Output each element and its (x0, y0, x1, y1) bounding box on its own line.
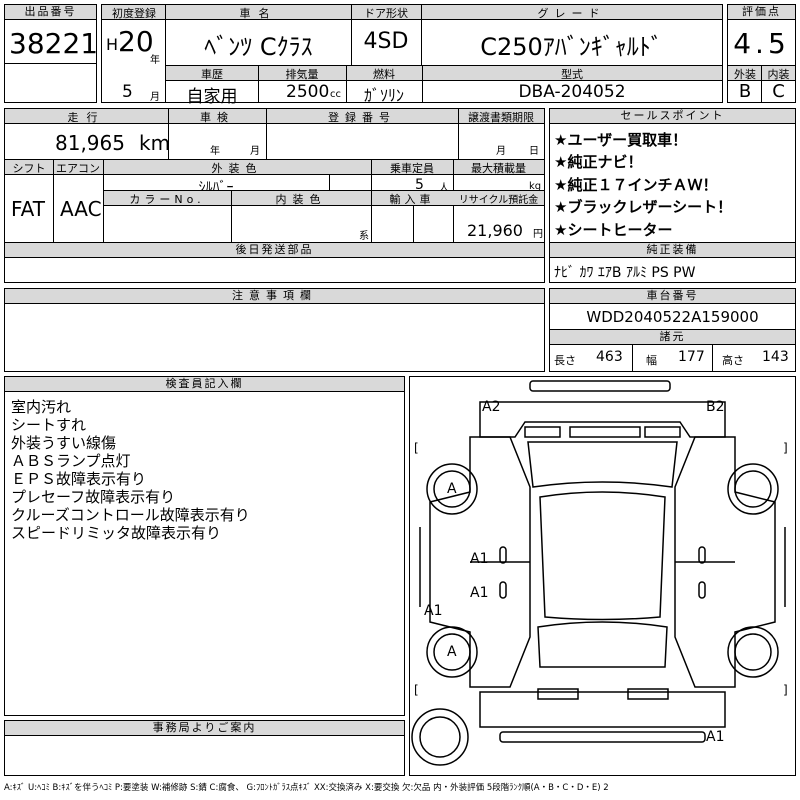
ac-value: AAC (60, 197, 102, 221)
ext-score: B (738, 81, 752, 102)
history-value: 自家用 (186, 87, 238, 107)
recycle-value: 21,960 (467, 221, 523, 240)
inspection-month-unit: 月 (250, 146, 260, 157)
car-name: ﾍﾞﾝﾂ Cｸﾗｽ (204, 33, 313, 61)
bracket: [ (414, 441, 419, 455)
mileage-label: 走行 (67, 111, 106, 124)
notes-label: 注意事項欄 (5, 289, 544, 304)
inspector-label: 検査員記入欄 (5, 377, 404, 392)
model-value: DBA-204052 (518, 82, 626, 102)
first-reg-month: 5 (122, 82, 133, 102)
import-label: 輸入車 (389, 193, 435, 206)
dims-label: 諸元 (550, 330, 795, 345)
transfer-day-unit: 日 (529, 146, 539, 157)
lot-number: 38221 (9, 27, 99, 60)
length-label: 長さ (554, 354, 576, 367)
score-label: 評価点 (728, 5, 795, 20)
office-box: 事務局よりご案内 (4, 720, 405, 776)
ac-label: エアコン (56, 162, 100, 175)
bracket: ] (783, 683, 788, 697)
inspection-year-unit: 年 (210, 146, 220, 157)
inspector-box: 検査員記入欄 室内汚れ シートすれ 外装うすい線傷 ＡＢＳランプ点灯 ＥＰＳ故障… (4, 376, 405, 716)
width-value: 177 (678, 349, 705, 365)
fuel-label: 燃料 (373, 68, 395, 81)
door-label: ドア形状 (364, 7, 408, 20)
recycle-label: リサイクル預託金 (458, 195, 539, 206)
color-no-label: カラーNo. (129, 193, 205, 206)
int-score: C (772, 81, 785, 102)
lot-box: 出品番号 38221 (4, 4, 99, 103)
equipment-value: ﾅﾋﾞ ｶﾜ ｴｱB ｱﾙﾐ PS PW (554, 265, 696, 281)
transfer-label: 譲渡書類期限 (468, 111, 534, 124)
length-value: 463 (596, 349, 623, 365)
legend: A:ｷｽﾞ U:ﾍｺﾐ B:ｷｽﾞを伴うﾍｺﾐ P:要塗装 W:補修跡 S:錆 … (4, 783, 609, 793)
inspection-label: 車検 (200, 111, 234, 124)
grade-value: C250ｱﾊﾞﾝｷﾞｬﾙﾄﾞ (480, 33, 663, 61)
mileage-unit: km (139, 131, 171, 155)
displacement-label: 排気量 (285, 68, 319, 81)
chassis-label: 車台番号 (550, 289, 795, 304)
history-label: 車歴 (201, 68, 223, 81)
damage-mark: A2 (482, 399, 501, 415)
capacity-label: 乗車定員 (390, 162, 434, 175)
int-color-label: 内装色 (275, 193, 327, 206)
door-type: 4SD (363, 29, 409, 54)
displacement-value: 2500 (286, 82, 330, 102)
score-value: 4.5 (733, 27, 790, 60)
car-outline (411, 380, 786, 766)
chassis-box: 車台番号 WDD2040522A159000 諸元 長さ 463 幅 177 高… (549, 288, 796, 372)
shift-label: シフト (12, 162, 46, 175)
equipment-label: 純正装備 (550, 243, 795, 258)
car-name-label: 車名 (239, 7, 278, 20)
width-label: 幅 (646, 354, 657, 367)
chassis-number: WDD2040522A159000 (586, 308, 759, 326)
damage-mark: A1 (470, 585, 489, 601)
grade-label: グレード (537, 7, 606, 20)
inspector-line: スピードリミッタ故障表示有り (11, 524, 222, 542)
year-unit: 年 (150, 55, 160, 66)
office-label: 事務局よりご案内 (5, 721, 404, 736)
car-diagram: A2 B2 A A1 A1 A1 A A1 [ ] [ ] (409, 376, 796, 776)
sales-point-3: ★純正１７インチＡＷ！ (554, 176, 718, 194)
damage-mark: A1 (470, 551, 489, 567)
sales-point-2: ★純正ナビ！ (554, 153, 643, 171)
shift-value: FAT (11, 197, 46, 221)
bracket: ] (783, 441, 788, 455)
recycle-unit: 円 (533, 229, 543, 240)
int-score-label: 内装 (767, 68, 790, 81)
model-label: 型式 (561, 68, 583, 81)
bracket: [ (414, 683, 419, 697)
sales-points-label: セールスポイント (550, 109, 795, 124)
damage-mark: B2 (706, 399, 725, 415)
lot-label: 出品番号 (5, 5, 96, 20)
height-value: 143 (762, 349, 789, 365)
mileage-value: 81,965 (55, 131, 125, 155)
later-parts-label: 後日発送部品 (5, 243, 544, 258)
int-color-unit: 系 (359, 231, 369, 242)
score-box: 評価点 4.5 外装 内装 B C (727, 4, 796, 103)
fuel-value: ｶﾞｿﾘﾝ (363, 86, 404, 105)
first-reg-label: 初度登録 (112, 7, 156, 20)
car-header-box: 初度登録 車名 ドア形状 グレード H 20 年 ﾍﾞﾝﾂ Cｸﾗｽ 4SD C… (101, 4, 723, 107)
damage-mark: A (447, 644, 457, 660)
sales-points-box: セールスポイント ★ユーザー買取車！ ★純正ナビ！ ★純正１７インチＡＷ！ ★ブ… (549, 108, 796, 283)
first-reg-year: 20 (118, 25, 154, 58)
ext-color-label: 外装色 (211, 162, 263, 175)
sales-point-4: ★ブラックレザーシート！ (554, 198, 733, 216)
displacement-unit: cc (330, 89, 341, 100)
transfer-month-unit: 月 (496, 146, 506, 157)
damage-mark: A1 (424, 603, 443, 619)
details-box: 走行 車検 登録番号 譲渡書類期限 81,965 km 年 月 月 日 シフト … (4, 108, 545, 283)
first-reg-era: H (106, 35, 119, 54)
damage-mark: A (447, 481, 457, 497)
sales-point-1: ★ユーザー買取車！ (554, 131, 688, 149)
ext-score-label: 外装 (734, 68, 756, 81)
notes-box: 注意事項欄 (4, 288, 545, 372)
sales-point-5: ★シートヒーター (554, 221, 673, 239)
max-load-label: 最大積載量 (471, 162, 526, 175)
month-unit: 月 (150, 92, 160, 103)
reg-no-label: 登録番号 (328, 111, 396, 124)
height-label: 高さ (722, 354, 744, 367)
damage-mark: A1 (706, 729, 725, 745)
